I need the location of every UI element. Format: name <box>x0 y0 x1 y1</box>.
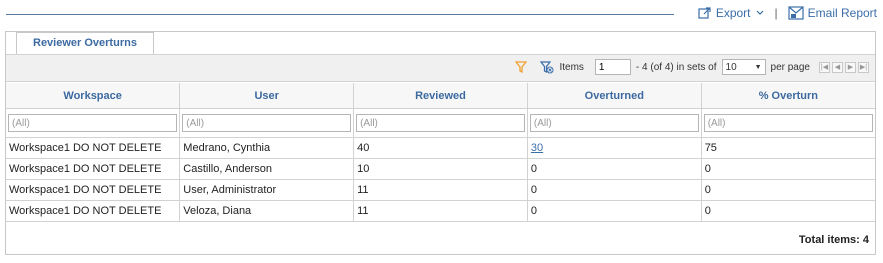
first-page-icon[interactable]: |◀ <box>819 61 830 73</box>
filter-user[interactable] <box>182 114 352 132</box>
pager-nav: |◀ ◀ ▶ ▶| <box>819 61 869 73</box>
cell-overturned: 0 <box>526 200 702 222</box>
items-label: Items <box>559 61 584 73</box>
cell-reviewed: 11 <box>353 179 528 201</box>
cell-user: User, Administrator <box>179 179 355 201</box>
action-separator: | <box>774 6 778 20</box>
clear-filter-icon[interactable] <box>540 60 554 74</box>
cell-workspace: Workspace1 DO NOT DELETE <box>6 137 181 159</box>
table-row: Workspace1 DO NOT DELETE Veloza, Diana 1… <box>6 200 875 222</box>
filter-workspace[interactable] <box>8 114 178 132</box>
column-header-pct-overturn[interactable]: % Overturn <box>700 83 875 109</box>
cell-workspace: Workspace1 DO NOT DELETE <box>6 179 181 201</box>
email-report-label: Email Report <box>807 6 877 20</box>
page-size-value: 10 <box>725 61 737 73</box>
pager: Items - 4 (of 4) in sets of 10 ▼ per pag… <box>515 59 869 75</box>
report-panel: Reviewer Overturns Items - 4 (of 4) in s… <box>5 31 876 255</box>
cell-reviewed: 11 <box>353 200 528 222</box>
next-page-icon[interactable]: ▶ <box>845 61 856 73</box>
range-text: - 4 (of 4) in sets of <box>635 61 717 73</box>
column-header-user[interactable]: User <box>179 83 355 109</box>
page-size-select[interactable]: 10 ▼ <box>721 59 766 75</box>
cell-overturned: 0 <box>526 179 702 201</box>
cell-pct-overturn: 0 <box>700 200 875 222</box>
cell-pct-overturn: 75 <box>700 137 875 159</box>
cell-user: Veloza, Diana <box>179 200 355 222</box>
dropdown-arrow-icon: ▼ <box>754 63 762 71</box>
table-row: Workspace1 DO NOT DELETE Medrano, Cynthi… <box>6 137 875 159</box>
export-icon <box>698 7 711 19</box>
export-button[interactable]: Export <box>698 6 765 20</box>
grid-toolbar: Items - 4 (of 4) in sets of 10 ▼ per pag… <box>6 54 875 82</box>
cell-reviewed: 40 <box>353 137 528 159</box>
table-row: Workspace1 DO NOT DELETE Castillo, Ander… <box>6 158 875 180</box>
filter-row <box>6 108 875 138</box>
chevron-down-icon <box>756 10 763 15</box>
total-items-label: Total items: 4 <box>798 234 869 246</box>
column-header-reviewed[interactable]: Reviewed <box>353 83 528 109</box>
cell-workspace: Workspace1 DO NOT DELETE <box>6 158 181 180</box>
cell-reviewed: 10 <box>353 158 528 180</box>
page-number-input[interactable] <box>594 59 631 75</box>
table-row: Workspace1 DO NOT DELETE User, Administr… <box>6 179 875 201</box>
filter-overturned[interactable] <box>529 114 699 132</box>
prev-page-icon[interactable]: ◀ <box>832 61 843 73</box>
email-report-icon <box>788 6 804 20</box>
header-divider <box>6 14 674 15</box>
report-actions: Export | Email Report <box>698 4 877 22</box>
column-header-workspace[interactable]: Workspace <box>6 83 181 109</box>
cell-pct-overturn: 0 <box>700 179 875 201</box>
data-grid: Workspace User Reviewed Overturned % Ove… <box>6 83 875 222</box>
filter-reviewed[interactable] <box>356 114 525 132</box>
cell-user: Medrano, Cynthia <box>179 137 355 159</box>
email-report-button[interactable]: Email Report <box>788 6 877 20</box>
cell-overturned: 0 <box>526 158 702 180</box>
cell-user: Castillo, Anderson <box>179 158 355 180</box>
filter-icon[interactable] <box>515 61 528 73</box>
last-page-icon[interactable]: ▶| <box>858 61 869 73</box>
per-page-label: per page <box>770 61 810 73</box>
header-row: Workspace User Reviewed Overturned % Ove… <box>6 83 875 109</box>
overturned-link[interactable]: 30 <box>531 142 543 154</box>
column-header-overturned[interactable]: Overturned <box>526 83 702 109</box>
tab-reviewer-overturns[interactable]: Reviewer Overturns <box>16 32 154 54</box>
export-label: Export <box>715 6 751 20</box>
filter-pct-overturn[interactable] <box>703 114 873 132</box>
cell-pct-overturn: 0 <box>700 158 875 180</box>
tab-strip: Reviewer Overturns <box>6 32 875 54</box>
cell-workspace: Workspace1 DO NOT DELETE <box>6 200 181 222</box>
